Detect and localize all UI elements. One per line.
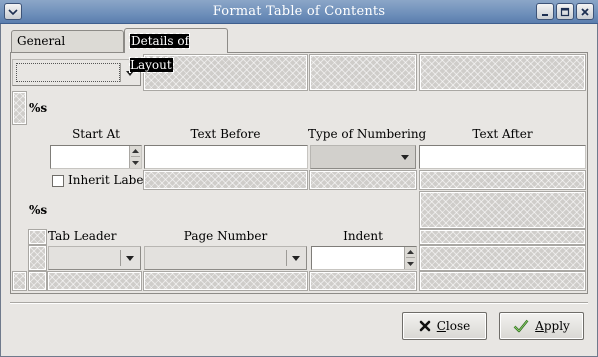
page-number-combo[interactable] <box>144 246 307 270</box>
close-button[interactable]: Close <box>402 312 487 340</box>
tab-leader-label: Tab Leader <box>48 229 117 243</box>
minimize-icon <box>542 13 548 16</box>
chevron-up-icon <box>407 250 414 254</box>
chevron-down-icon <box>292 256 300 261</box>
section1-heading: %s <box>29 101 48 115</box>
apply-button-label: Apply <box>535 319 570 333</box>
hatch-cell <box>309 54 417 91</box>
chevron-up-icon <box>132 149 139 153</box>
hatch-cell <box>28 229 47 245</box>
hatch-cell <box>28 245 47 271</box>
hatch-cell <box>419 271 586 291</box>
start-at-spinner[interactable] <box>129 146 141 168</box>
checkmark-icon <box>513 319 529 333</box>
title-bar[interactable]: Format Table of Contents <box>0 0 598 24</box>
text-after-input[interactable] <box>419 145 586 169</box>
close-x-icon <box>419 320 431 332</box>
indent-spinner[interactable] <box>404 247 416 269</box>
chevron-down-icon <box>407 261 414 266</box>
chevron-down-icon <box>132 160 139 165</box>
chevron-down-icon <box>401 155 409 160</box>
text-before-input[interactable] <box>144 145 308 169</box>
apply-button[interactable]: Apply <box>499 312 584 340</box>
spin-down-button[interactable] <box>131 157 140 168</box>
hatch-cell <box>12 91 27 125</box>
level-combo[interactable] <box>12 59 141 86</box>
hatch-cell <box>47 271 142 291</box>
hatch-cell <box>143 271 308 291</box>
hatch-cell <box>28 271 47 291</box>
type-of-numbering-combo[interactable] <box>310 145 416 169</box>
hatch-cell <box>419 245 586 271</box>
close-button-label: Close <box>436 319 471 333</box>
hatch-cell <box>143 170 308 190</box>
level-combo-focus <box>16 63 120 82</box>
close-x-icon <box>581 7 589 16</box>
section2-heading: %s <box>29 203 48 217</box>
hatch-cell <box>419 191 586 229</box>
start-at-spinbutton[interactable] <box>50 145 142 169</box>
spin-up-button[interactable] <box>406 247 415 258</box>
hatch-cell <box>419 170 586 190</box>
text-before-label: Text Before <box>190 127 261 141</box>
maximize-icon <box>560 7 570 16</box>
hatch-cell <box>419 229 586 245</box>
spin-down-button[interactable] <box>406 258 415 269</box>
minimize-button[interactable] <box>536 3 554 20</box>
window-title: Format Table of Contents <box>212 4 386 19</box>
tab-details-of-layout[interactable]: Details of Layout <box>124 28 228 73</box>
hatch-cell <box>309 170 417 190</box>
tab-leader-combo[interactable] <box>48 246 141 270</box>
indent-label: Indent <box>343 229 383 243</box>
indent-spinbutton[interactable] <box>311 246 417 270</box>
hatch-cell <box>12 271 27 291</box>
page-number-label: Page Number <box>183 229 268 243</box>
hatch-cell <box>419 54 586 91</box>
maximize-button[interactable] <box>556 3 574 20</box>
text-after-label: Text After <box>472 127 533 141</box>
start-at-label: Start At <box>72 127 120 141</box>
window-close-button[interactable] <box>576 3 594 20</box>
inherit-label-checkbox[interactable] <box>52 175 64 187</box>
hatch-cell <box>309 271 417 291</box>
inherit-label-text: Inherit Label <box>68 173 148 187</box>
type-of-numbering-label: Type of Numbering <box>308 127 427 141</box>
dialog-separator <box>10 302 588 304</box>
chevron-down-icon <box>126 256 134 261</box>
tab-general-properties[interactable]: General Properties <box>11 30 124 69</box>
spin-up-button[interactable] <box>131 146 140 157</box>
